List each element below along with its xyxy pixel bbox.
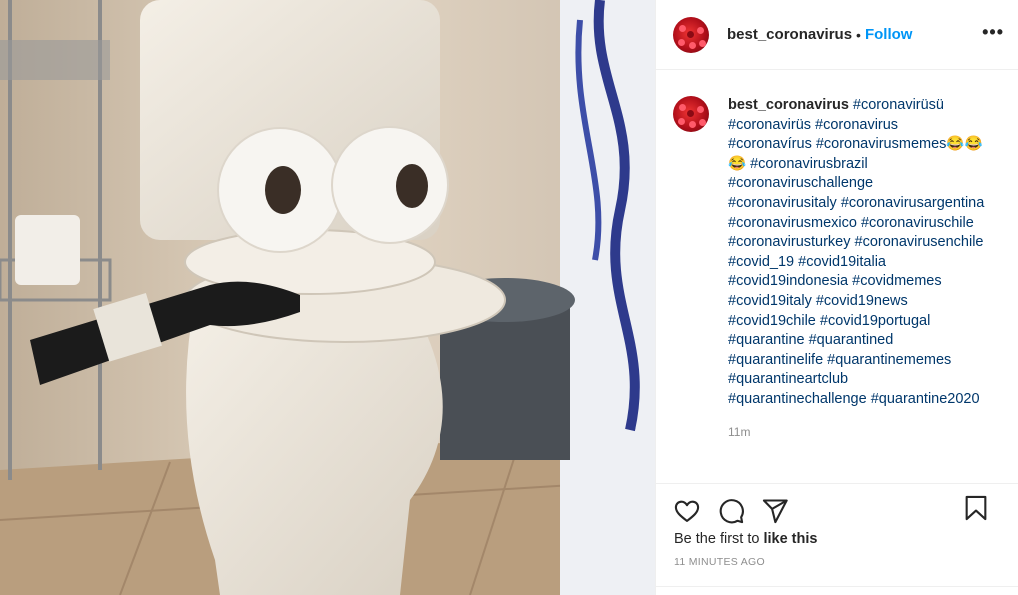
hashtag-line[interactable]: #covid19chile #covid19portugal [728, 312, 984, 332]
post-image[interactable] [0, 0, 655, 595]
hashtag-line[interactable]: #coronavirüs #coronavirus [728, 116, 984, 136]
post-sidebar: best_coronavirus • Follow ••• best_coron… [655, 0, 1018, 595]
follow-button[interactable]: Follow [865, 26, 913, 43]
likes-prefix: Be the first to [674, 531, 760, 547]
action-bar: Be the first to like this 11 MINUTES AGO [656, 483, 1018, 568]
hashtag-line[interactable]: #coronavirüsü [853, 97, 944, 113]
caption-username[interactable]: best_coronavirus [728, 97, 849, 113]
hashtag-line[interactable]: #coronavirusturkey #coronavirusenchile [728, 233, 984, 253]
caption-time[interactable]: 11m [728, 423, 984, 443]
caption-body: best_coronavirus #coronavirüsü #coronavi… [728, 96, 984, 442]
caption-avatar[interactable] [673, 96, 709, 132]
hashtag-line[interactable]: #quarantinelife #quarantinememes [728, 351, 984, 371]
header-separator: • [856, 26, 861, 43]
comment-icon[interactable] [717, 497, 745, 525]
more-options-icon[interactable]: ••• [982, 22, 1004, 43]
hashtag-line[interactable]: #coronavirusmexico #coronaviruschile [728, 214, 984, 234]
likes-summary: Be the first to like this [674, 531, 1018, 547]
hashtag-line[interactable]: #coronavirusitaly #coronavirusargentina [728, 194, 984, 214]
header-username[interactable]: best_coronavirus [727, 26, 852, 43]
hashtag-line[interactable]: #quarantinechallenge #quarantine2020 [728, 390, 984, 410]
hashtag-line[interactable]: 😂 #coronavirusbrazil [728, 155, 984, 175]
hashtag-line[interactable]: #coronaviruschallenge [728, 174, 984, 194]
avatar[interactable] [673, 16, 709, 53]
like-this-link[interactable]: like this [763, 531, 817, 547]
toilet-photo [0, 0, 655, 595]
caption: best_coronavirus #coronavirüsü #coronavi… [673, 96, 1004, 442]
hashtag-line[interactable]: #covid_19 #covid19italia [728, 253, 984, 273]
hashtag-line[interactable]: #quarantineartclub [728, 370, 984, 390]
hashtag-line[interactable]: #coronavírus #coronavirusmemes😂😂 [728, 135, 984, 155]
hashtag-line[interactable]: #covid19indonesia #covidmemes [728, 272, 984, 292]
share-icon[interactable] [761, 497, 789, 525]
post-header: best_coronavirus • Follow ••• [656, 0, 1018, 70]
bookmark-icon[interactable] [962, 494, 990, 522]
hashtag-line[interactable]: #covid19italy #covid19news [728, 292, 984, 312]
post-timestamp[interactable]: 11 MINUTES AGO [674, 556, 1018, 568]
hashtag-line[interactable]: #quarantine #quarantined [728, 331, 984, 351]
post-container: best_coronavirus • Follow ••• best_coron… [0, 0, 1018, 595]
comment-bar-divider [656, 586, 1018, 587]
heart-icon[interactable] [673, 497, 701, 525]
